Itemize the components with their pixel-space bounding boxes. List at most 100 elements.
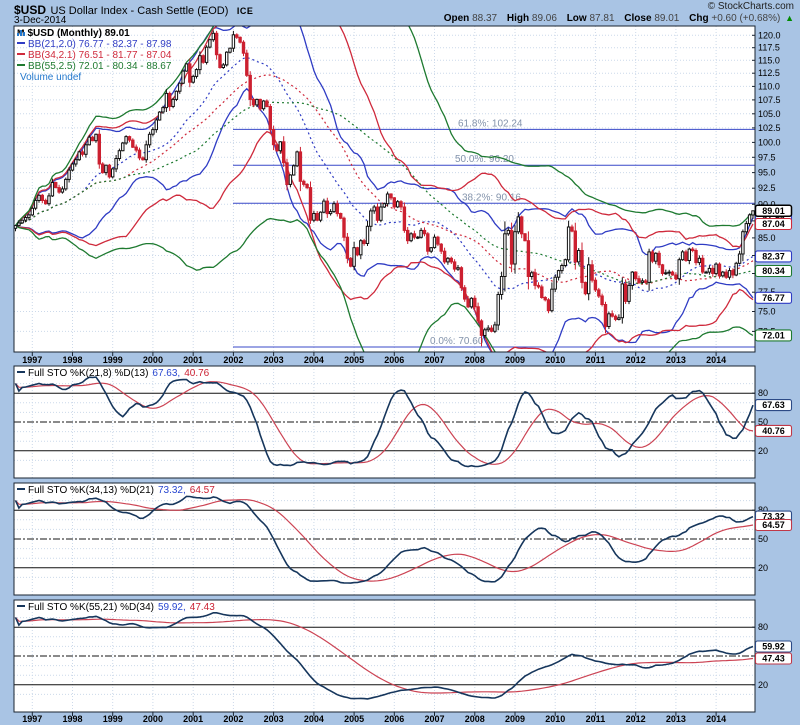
year-label: 2005 [344,355,364,365]
close-label: Close [624,13,651,24]
axis-badge-value: 82.37 [762,251,785,261]
sto-tick-label: 50 [758,534,768,544]
axis-badge-value: 67.63 [762,400,785,410]
price-tick-label: 120.0 [758,30,781,40]
sto-tick-label: 20 [758,680,768,690]
year-label: 2012 [626,355,646,365]
bb55-legend-text: BB(55,2.5) 72.01 - 80.34 - 88.67 [28,61,171,72]
sto1-swatch-icon [17,371,25,373]
price-tick-label: 75.0 [758,306,776,316]
low-label: Low [567,13,587,24]
price-tick-label: 105.0 [758,109,781,119]
copyright-label: © StockCharts.com [708,1,794,12]
year-label: 2006 [384,355,404,365]
price-tick-label: 112.5 [758,68,780,78]
chg-label: Chg [689,13,708,24]
year-label: 2000 [143,355,163,365]
year-label: 2011 [586,714,606,724]
sto3-k-value: 59.92, [158,602,186,613]
price-tick-label: 102.5 [758,123,781,133]
stockcharts-page: 61.8%: 102.2450.0%: 96.2038.2%: 90.160.0… [0,0,800,725]
sto1-k-value: 67.63, [152,368,180,379]
price-tick-label: 85.0 [758,233,776,243]
year-label: 2009 [505,355,525,365]
sto-tick-label: 20 [758,446,768,456]
year-label: 2008 [465,355,485,365]
year-label: 2008 [465,714,485,724]
sto3-d-value: 47.43 [190,602,215,613]
year-label: 2002 [223,714,243,724]
sto2-d-value: 64.57 [190,485,215,496]
symbol-legend-text: $USD (Monthly) 89.01 [28,28,130,39]
price-tick-label: 100.0 [758,137,781,147]
year-label: 1999 [103,714,123,724]
year-label: 2009 [505,714,525,724]
axis-badge-value: 59.92 [762,641,785,651]
bb34-legend-text: BB(34,2.1) 76.51 - 81.77 - 87.04 [28,50,171,61]
price-tick-label: 107.5 [758,95,781,105]
year-label: 1997 [22,714,42,724]
year-label: 2007 [425,355,445,365]
sto1-d-value: 40.76 [184,368,209,379]
fib-label: 61.8%: 102.24 [458,118,523,129]
year-label: 1999 [103,355,123,365]
year-label: 2010 [545,714,565,724]
price-tick-label: 117.5 [758,43,780,53]
main-chart-legend: M$USD (Monthly) 89.01 BB(21,2.0) 76.77 -… [17,28,171,83]
sto-panel-2-legend: Full STO %K(34,13) %D(21) 73.32, 64.57 [17,485,215,496]
sto-tick-label: 20 [758,563,768,573]
year-label: 2004 [304,355,324,365]
sto-tick-label: 80 [758,388,768,398]
year-label: 2000 [143,714,163,724]
price-tick-label: 115.0 [758,55,780,65]
year-label: 2003 [264,355,284,365]
sto-panel-3-legend: Full STO %K(55,21) %D(34) 59.92, 47.43 [17,602,215,613]
year-label: 2007 [425,714,445,724]
bb21-swatch-icon [17,42,25,44]
chart-date: 3-Dec-2014 [14,15,66,26]
axis-badge-value: 76.77 [762,293,785,303]
bb21-legend-text: BB(21,2.0) 76.77 - 82.37 - 87.98 [28,39,171,50]
close-value: 89.01 [654,13,679,24]
price-tick-label: 110.0 [758,81,780,91]
sto3-label: Full STO %K(55,21) %D(34) [28,602,154,613]
year-label: 2011 [586,355,606,365]
year-label: 2014 [706,714,726,724]
sto1-label: Full STO %K(21,8) %D(13) [28,368,148,379]
price-tick-label: 97.5 [758,152,776,162]
year-label: 2002 [223,355,243,365]
sto3-swatch-icon [17,605,25,607]
year-label: 2014 [706,355,726,365]
year-label: 2006 [384,714,404,724]
high-value: 89.06 [532,13,557,24]
axis-badge-value: 64.57 [762,520,785,530]
year-label: 2005 [344,714,364,724]
axis-badge-value: 72.01 [762,330,785,340]
year-label: 1998 [62,714,82,724]
axis-badge-value: 80.34 [762,266,785,276]
year-label: 2001 [183,714,203,724]
open-value: 88.37 [472,13,497,24]
year-label: 2003 [264,714,284,724]
year-label: 2013 [666,714,686,724]
up-arrow-icon: ▲ [785,13,794,23]
volume-legend-text: Volume undef [20,72,81,83]
year-label: 2004 [304,714,324,724]
year-label: 1997 [22,355,42,365]
sto2-k-value: 73.32, [158,485,186,496]
year-label: 2013 [666,355,686,365]
axis-badge-value: 40.76 [762,426,785,436]
sto2-swatch-icon [17,488,25,490]
year-label: 2010 [545,355,565,365]
high-label: High [507,13,529,24]
sto2-label: Full STO %K(34,13) %D(21) [28,485,154,496]
bb55-swatch-icon [17,64,25,66]
axis-badge-value: 87.04 [762,219,785,229]
price-tick-label: 95.0 [758,168,776,178]
instrument-name: US Dollar Index - Cash Settle (EOD) [50,5,228,17]
ohlc-bar: Open 88.37 High 89.06 Low 87.81 Close 89… [437,13,794,24]
year-label: 1998 [62,355,82,365]
exchange-label: ICE [237,6,254,16]
fib-label: 0.0%: 70.60 [430,336,484,347]
chg-value: +0.60 (+0.68%) [711,13,780,24]
